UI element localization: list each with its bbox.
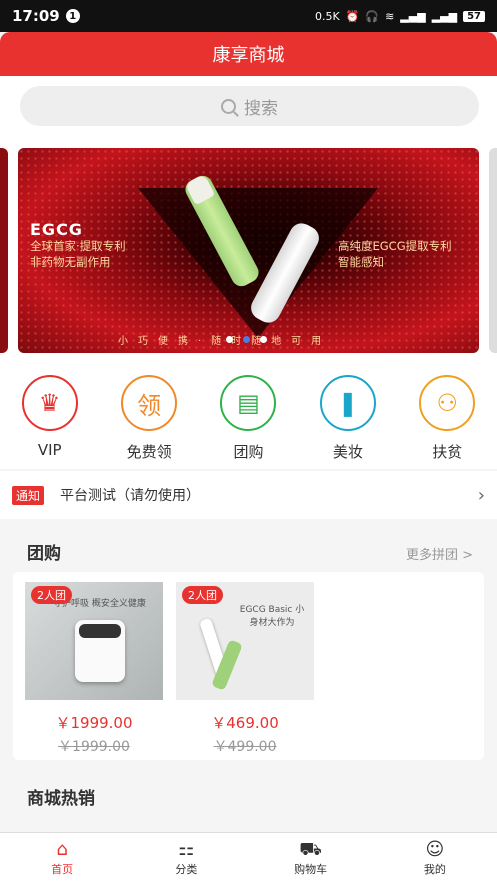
section-title: 团购: [27, 544, 61, 564]
group-buy-card: 守护呼吸 概安全义健康 2人团 ￥1999.00 ￥1999.00 EGCG B…: [13, 572, 484, 760]
notice-tag: 通知: [12, 485, 45, 505]
banner-line1: 全球首家·提取专利: [30, 239, 126, 253]
search-placeholder: 搜索: [244, 98, 278, 119]
notice-text: 平台测试（请勿使用）: [60, 488, 201, 504]
more-group-buy-link[interactable]: 更多拼团 >: [406, 544, 473, 563]
status-time: 17:09: [12, 7, 60, 25]
product-item[interactable]: 守护呼吸 概安全义健康 2人团 ￥1999.00 ￥1999.00: [25, 582, 163, 756]
ling-icon: 领: [121, 375, 178, 431]
category-nav: ♛ VIP 领 免费领 ▤ 团购 ❚ 美妆 ⚇ 扶贫: [0, 363, 497, 469]
tab-cart[interactable]: ⛟ 购物车: [249, 833, 373, 883]
wifi-icon: ≋: [385, 9, 395, 23]
banner-line2: 非药物无副作用: [30, 255, 111, 269]
banner-bottom-text: 小巧便携·随时随地可用: [118, 336, 332, 347]
carousel-dot[interactable]: [260, 336, 267, 343]
purifier-top: [79, 624, 121, 638]
product-image-caption: EGCG Basic 小身材大作为: [239, 605, 305, 628]
network-speed: 0.5K: [314, 9, 340, 23]
notice-bar[interactable]: 通知 平台测试（请勿使用） ›: [0, 471, 497, 519]
status-right: 0.5K ⏰ 🎧 ≋ ▂▄▆ ▂▄▆ 57: [315, 10, 485, 23]
carousel-dots: [226, 336, 267, 343]
tab-label: 首页: [51, 863, 74, 876]
product-price: ￥1999.00: [55, 714, 133, 732]
tab-label: 我的: [423, 863, 446, 876]
page-title: 康享商城: [212, 45, 285, 66]
category-poverty-relief[interactable]: ⚇ 扶贫: [398, 363, 497, 469]
tab-label: 分类: [175, 863, 198, 876]
category-vip[interactable]: ♛ VIP: [0, 363, 99, 469]
category-label: 美妆: [332, 443, 363, 461]
category-group-buy[interactable]: ▤ 团购: [199, 363, 298, 469]
tab-home[interactable]: ⌂ 首页: [0, 833, 124, 883]
search-icon: [221, 98, 236, 114]
battery-level: 57: [463, 10, 485, 22]
tab-mine[interactable]: ☺ 我的: [373, 833, 497, 883]
search-section: 搜索: [0, 76, 497, 138]
banner-slide[interactable]: EGCG 全球首家·提取专利 非药物无副作用 高纯度EGCG提取专利 智能感知 …: [18, 148, 479, 353]
signal-icon: ▂▄▆: [400, 9, 426, 23]
search-input[interactable]: 搜索: [20, 86, 479, 126]
category-label: VIP: [37, 441, 62, 459]
app-header: 康享商城: [0, 32, 497, 76]
banner-brand: EGCG: [30, 220, 83, 239]
product-price: ￥469.00: [211, 714, 279, 732]
category-free[interactable]: 领 免费领: [99, 363, 198, 469]
banner-right1: 高纯度EGCG提取专利: [338, 239, 452, 253]
category-label: 免费领: [126, 443, 172, 461]
banner-prev-peek: [0, 148, 8, 353]
carousel-dot[interactable]: [226, 336, 233, 343]
home-icon: ⌂: [56, 839, 68, 860]
user-icon: ☺: [425, 839, 445, 860]
category-icon: ⚏: [178, 839, 195, 860]
chevron-right-icon: ›: [477, 484, 485, 506]
product-original-price: ￥499.00: [213, 739, 277, 755]
carousel-dot-active[interactable]: [243, 336, 250, 343]
category-beauty[interactable]: ❚ 美妆: [298, 363, 397, 469]
tab-category[interactable]: ⚏ 分类: [124, 833, 248, 883]
product-original-price: ￥1999.00: [58, 739, 130, 755]
status-bar: 17:09 1 0.5K ⏰ 🎧 ≋ ▂▄▆ ▂▄▆ 57: [0, 0, 497, 32]
group-badge: 2人团: [182, 586, 223, 604]
category-label: 扶贫: [432, 443, 463, 461]
group-badge: 2人团: [31, 586, 72, 604]
signal-icon-2: ▂▄▆: [431, 9, 458, 23]
notification-count: 1: [65, 9, 80, 23]
banner-next-peek: [489, 148, 497, 353]
lipstick-icon: ❚: [319, 375, 376, 431]
crown-icon: ♛: [21, 375, 78, 431]
group-buy-section: 团购 更多拼团 > 守护呼吸 概安全义健康 2人团 ￥1999.00 ￥1999…: [0, 527, 497, 767]
category-label: 团购: [233, 443, 264, 461]
group-buy-icon: ▤: [220, 375, 277, 431]
alarm-icon: ⏰: [345, 9, 360, 23]
cart-icon: ⛟: [299, 839, 322, 860]
banner-carousel[interactable]: EGCG 全球首家·提取专利 非药物无副作用 高纯度EGCG提取专利 智能感知 …: [0, 138, 497, 363]
bottom-tab-bar: ⌂ 首页 ⚏ 分类 ⛟ 购物车 ☺ 我的: [0, 832, 497, 883]
headset-icon: 🎧: [365, 9, 380, 23]
product-image: 守护呼吸 概安全义健康 2人团: [25, 582, 163, 700]
banner-right2: 智能感知: [338, 255, 384, 269]
hot-sale-title: 商城热销: [27, 789, 95, 809]
product-image: EGCG Basic 小身材大作为 2人团: [176, 582, 314, 700]
tab-label: 购物车: [294, 863, 328, 876]
product-item[interactable]: EGCG Basic 小身材大作为 2人团 ￥469.00 ￥499.00: [176, 582, 314, 756]
people-icon: ⚇: [419, 375, 476, 431]
